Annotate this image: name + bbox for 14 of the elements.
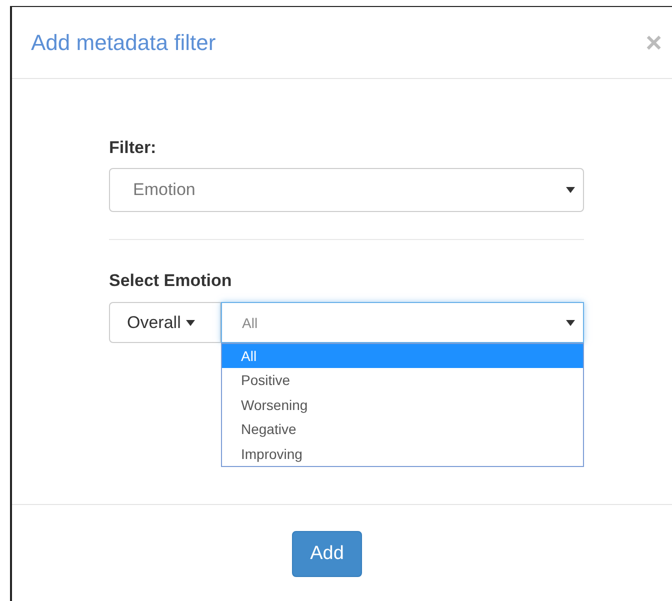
caret-icon [566, 320, 575, 326]
filter-select[interactable]: Emotion [109, 168, 584, 212]
scope-dropdown-button[interactable]: Overall [109, 302, 221, 343]
field-label: Select Emotion [109, 271, 233, 291]
dialog-title: Add metadata filter [31, 30, 216, 56]
dropdown-option[interactable]: Improving [222, 442, 583, 466]
caret-icon [566, 187, 575, 193]
caret-icon [186, 320, 195, 326]
dropdown-option[interactable]: Positive [222, 368, 583, 393]
dropdown-option[interactable]: Worsening [222, 392, 583, 418]
dropdown-option[interactable]: Negative [222, 417, 583, 442]
add-button[interactable]: Add [292, 531, 362, 577]
option-select[interactable]: All [221, 302, 584, 343]
field-label: Filter: [109, 138, 158, 158]
